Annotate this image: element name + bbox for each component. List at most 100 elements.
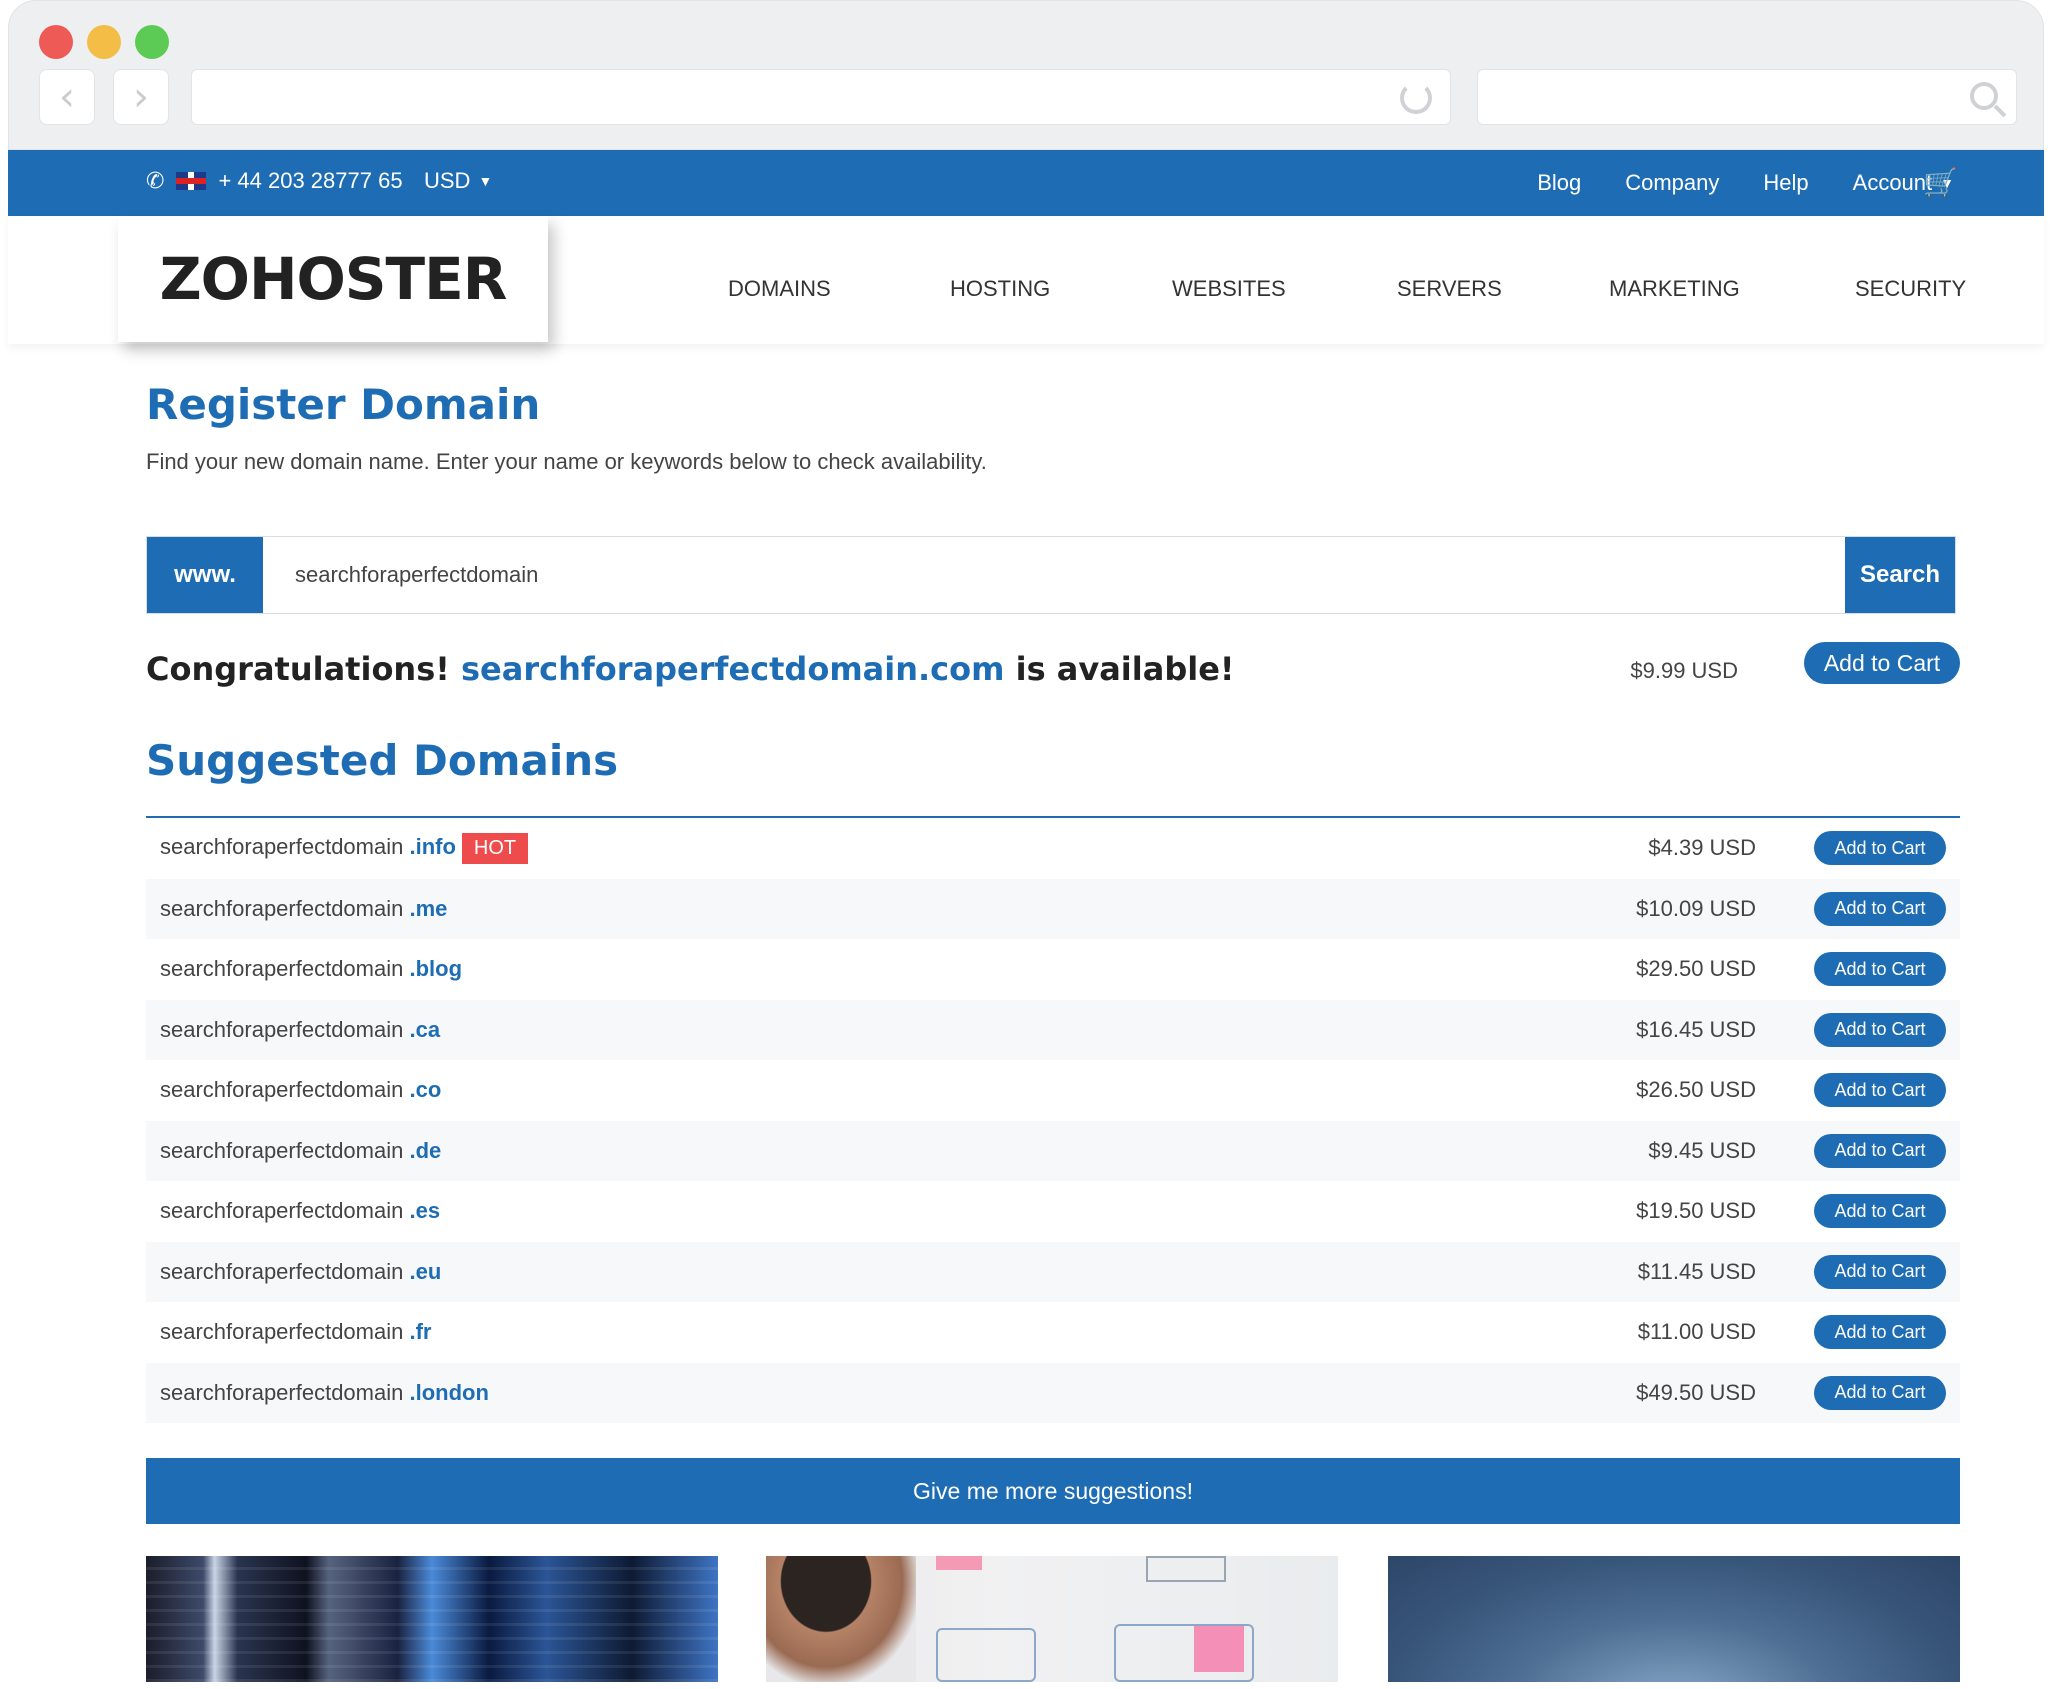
- page-subtitle: Find your new domain name. Enter your na…: [146, 449, 987, 474]
- domain-base: searchforaperfectdomain: [160, 833, 404, 859]
- shopping-cart-icon[interactable]: 🛒: [1923, 166, 1958, 199]
- domain-price: $4.39 USD: [1648, 835, 1756, 861]
- servers-image: [146, 1556, 718, 1682]
- nav-domains[interactable]: DOMAINS: [728, 276, 950, 302]
- table-row: searchforaperfectdomain .co $26.50 USD Add…: [146, 1060, 1960, 1121]
- logo: ZOHOSTER: [159, 245, 508, 313]
- help-link[interactable]: Help: [1763, 170, 1808, 196]
- domain-search-input[interactable]: [263, 537, 1845, 613]
- domain-base: searchforaperfectdomain: [160, 956, 404, 982]
- www-prefix: www.: [147, 537, 263, 613]
- add-to-cart-button[interactable]: Add to Cart: [1814, 891, 1946, 926]
- domain-tld: .london: [409, 1379, 489, 1405]
- domain-price: $9.45 USD: [1648, 1137, 1756, 1163]
- domain-tld: .blog: [409, 956, 463, 982]
- availability-tail: is available!: [1015, 650, 1235, 688]
- domain-base: searchforaperfectdomain: [160, 895, 404, 921]
- table-row: searchforaperfectdomain .fr $11.00 USD Add…: [146, 1302, 1960, 1363]
- suggested-domains-title: Suggested Domains: [146, 736, 619, 785]
- phone-number: + 44 203 28777 65: [218, 168, 403, 193]
- domain-price: $49.50 USD: [1636, 1379, 1756, 1405]
- whiteboard-image: [766, 1556, 1338, 1682]
- availability-result: Congratulations! searchforaperfectdomain…: [146, 642, 1960, 702]
- table-row: searchforaperfectdomain .blog $29.50 USD A…: [146, 939, 1960, 1000]
- site-header: ZOHOSTER DOMAINS HOSTING WEBSITES SERVER…: [8, 216, 2044, 344]
- nav-websites[interactable]: WEBSITES: [1172, 276, 1397, 302]
- table-row: searchforaperfectdomain .ca $16.45 USD Add…: [146, 999, 1960, 1060]
- domain-name: searchforaperfectdomain .de: [160, 1138, 441, 1164]
- page-title: Register Domain: [146, 380, 541, 429]
- domain-name: searchforaperfectdomain .co: [160, 1077, 441, 1103]
- domain-tld: .me: [409, 895, 448, 921]
- domain-name: searchforaperfectdomain .es: [160, 1198, 440, 1224]
- add-to-cart-button[interactable]: Add to Cart: [1814, 1012, 1946, 1047]
- main-content: Register Domain Find your new domain nam…: [146, 380, 1960, 1682]
- table-row: searchforaperfectdomain .me $10.09 USD Add…: [146, 878, 1960, 939]
- maximize-window-button[interactable]: [135, 25, 169, 59]
- reload-icon[interactable]: [1400, 82, 1432, 114]
- chevron-right-icon: ›: [133, 74, 149, 120]
- browser-chrome: ‹ ›: [8, 0, 2044, 150]
- suggested-domains-table: searchforaperfectdomain .info HOT $4.39 US…: [146, 816, 1960, 1423]
- add-to-cart-button[interactable]: Add to Cart: [1814, 831, 1946, 866]
- table-row: searchforaperfectdomain .de $9.45 USD Add …: [146, 1120, 1960, 1181]
- address-bar[interactable]: [191, 69, 1451, 125]
- close-window-button[interactable]: [39, 25, 73, 59]
- search-icon[interactable]: [1970, 82, 1998, 110]
- search-button[interactable]: Search: [1845, 537, 1955, 613]
- domain-tld: .ca: [409, 1016, 441, 1042]
- browser-search-field[interactable]: [1477, 69, 2017, 125]
- domain-name: searchforaperfectdomain .blog: [160, 956, 462, 982]
- nav-security[interactable]: SECURITY: [1855, 276, 1975, 302]
- domain-base: searchforaperfectdomain: [160, 1137, 404, 1163]
- available-domain-link[interactable]: searchforaperfectdomain.com: [461, 650, 1004, 688]
- add-to-cart-button[interactable]: Add to Cart: [1814, 1073, 1946, 1108]
- phone-contact[interactable]: ✆ + 44 203 28777 65: [146, 168, 403, 194]
- domain-price: $19.50 USD: [1636, 1198, 1756, 1224]
- phone-icon: ✆: [146, 168, 165, 194]
- domain-tld: .info: [409, 833, 456, 859]
- domain-base: searchforaperfectdomain: [160, 1258, 404, 1284]
- available-domain-price: $9.99 USD: [1630, 658, 1738, 683]
- company-link[interactable]: Company: [1625, 170, 1719, 196]
- add-to-cart-button[interactable]: Add to Cart: [1814, 1194, 1946, 1229]
- availability-lead: Congratulations!: [146, 650, 450, 688]
- nav-hosting[interactable]: HOSTING: [950, 276, 1172, 302]
- currency-selector[interactable]: USD ▼: [424, 168, 492, 194]
- caret-down-icon: ▼: [478, 173, 493, 189]
- minimize-window-button[interactable]: [87, 25, 121, 59]
- account-label: Account: [1852, 170, 1933, 195]
- top-links: Blog Company Help Account ▼: [1537, 170, 1954, 196]
- domain-price: $26.50 USD: [1636, 1077, 1756, 1103]
- nav-servers[interactable]: SERVERS: [1397, 276, 1609, 302]
- domain-name: searchforaperfectdomain .ca: [160, 1017, 440, 1043]
- add-to-cart-button[interactable]: Add to Cart: [1804, 642, 1960, 684]
- domain-search-form: www. Search: [146, 536, 1956, 614]
- domain-price: $10.09 USD: [1636, 895, 1756, 921]
- nav-marketing[interactable]: MARKETING: [1609, 276, 1855, 302]
- more-suggestions-button[interactable]: Give me more suggestions!: [146, 1458, 1960, 1524]
- domain-name: searchforaperfectdomain .me: [160, 896, 447, 922]
- add-to-cart-button[interactable]: Add to Cart: [1814, 1254, 1946, 1289]
- back-button[interactable]: ‹: [39, 69, 95, 125]
- table-row: searchforaperfectdomain .info HOT $4.39 US…: [146, 818, 1960, 879]
- add-to-cart-button[interactable]: Add to Cart: [1814, 952, 1946, 987]
- domain-base: searchforaperfectdomain: [160, 1016, 404, 1042]
- add-to-cart-button[interactable]: Add to Cart: [1814, 1133, 1946, 1168]
- table-row: searchforaperfectdomain .london $49.50 US…: [146, 1362, 1960, 1423]
- blog-link[interactable]: Blog: [1537, 170, 1581, 196]
- main-nav: DOMAINS HOSTING WEBSITES SERVERS MARKETI…: [728, 276, 1975, 302]
- domain-price: $11.00 USD: [1637, 1319, 1756, 1345]
- domain-base: searchforaperfectdomain: [160, 1198, 404, 1224]
- domain-tld: .es: [409, 1198, 441, 1224]
- forward-button[interactable]: ›: [113, 69, 169, 125]
- domain-price: $16.45 USD: [1636, 1016, 1756, 1042]
- feature-images: [146, 1556, 1960, 1682]
- domain-name: searchforaperfectdomain .eu: [160, 1259, 441, 1285]
- add-to-cart-button[interactable]: Add to Cart: [1814, 1375, 1946, 1410]
- logo-container[interactable]: ZOHOSTER: [118, 216, 548, 342]
- table-row: searchforaperfectdomain .es $19.50 USD Add…: [146, 1181, 1960, 1242]
- domain-tld: .eu: [409, 1258, 442, 1284]
- domain-price: $11.45 USD: [1637, 1258, 1756, 1284]
- add-to-cart-button[interactable]: Add to Cart: [1814, 1315, 1946, 1350]
